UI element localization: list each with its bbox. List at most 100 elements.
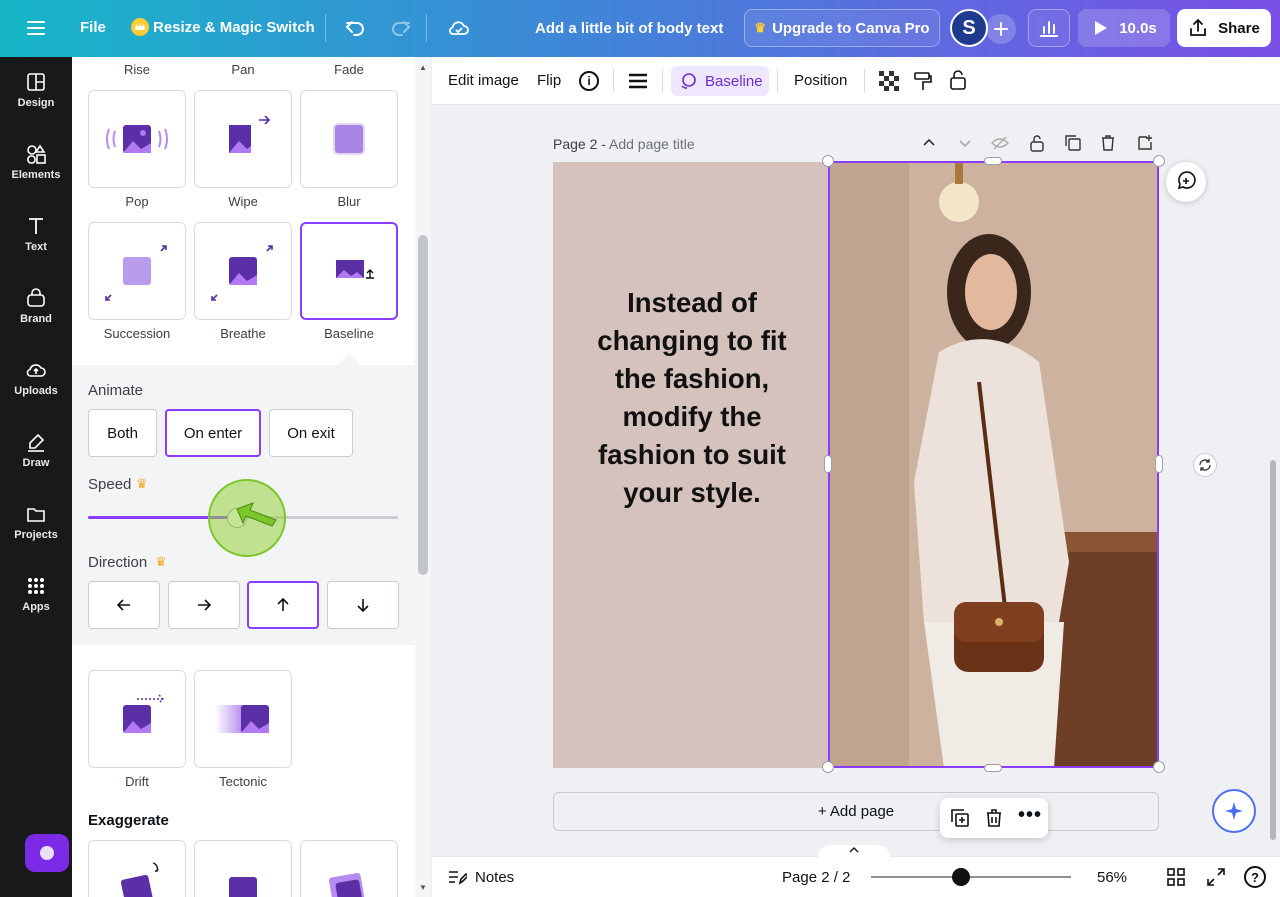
upgrade-button[interactable]: ♛ Upgrade to Canva Pro <box>744 9 940 47</box>
grid-view-icon[interactable] <box>1167 868 1185 891</box>
tile-label[interactable]: Pan <box>194 62 292 77</box>
animate-both-button[interactable]: Both <box>88 409 157 457</box>
canvas-scrollbar[interactable] <box>1270 460 1276 840</box>
notes-button[interactable]: Notes <box>447 868 514 886</box>
hide-icon[interactable] <box>991 135 1009 156</box>
direction-right-button[interactable] <box>168 581 240 629</box>
baseline-button[interactable]: Baseline <box>671 66 769 96</box>
resize-handle[interactable] <box>984 157 1002 165</box>
page-label: Page 2 - <box>553 136 606 152</box>
avatar[interactable]: S <box>950 9 988 47</box>
file-menu[interactable]: File <box>80 19 106 36</box>
paint-roller-icon[interactable] <box>913 71 933 96</box>
tile-label: Baseline <box>324 326 374 341</box>
slider-track <box>871 876 1071 878</box>
animate-on-exit-button[interactable]: On exit <box>269 409 353 457</box>
info-icon[interactable]: i <box>579 71 599 91</box>
collapse-handle[interactable] <box>818 845 890 857</box>
direction-left-button[interactable] <box>88 581 160 629</box>
duplicate-icon[interactable] <box>950 808 970 833</box>
rail-item-text[interactable]: Text <box>0 201 72 267</box>
resize-handle[interactable] <box>822 761 834 773</box>
animation-exaggerate-2[interactable] <box>194 840 292 897</box>
rail-item-draw[interactable]: Draw <box>0 417 72 483</box>
quote-text[interactable]: Instead of changing to fit the fashion, … <box>575 284 809 512</box>
animation-pop[interactable] <box>88 90 186 188</box>
flip-button[interactable]: Flip <box>537 72 561 89</box>
transparency-icon[interactable] <box>879 71 899 96</box>
edit-image-button[interactable]: Edit image <box>448 72 519 89</box>
zoom-slider[interactable] <box>871 867 1071 887</box>
add-page-icon[interactable] <box>1136 134 1154 157</box>
panel-scrollbar[interactable]: ▲ ▼ <box>415 57 431 897</box>
analytics-button[interactable] <box>1028 9 1070 47</box>
rail-item-uploads[interactable]: Uploads <box>0 345 72 411</box>
animation-panel: Rise Pan Fade Pop Wipe Blur Succession B… <box>72 57 415 897</box>
add-collaborator-icon[interactable] <box>986 14 1016 44</box>
scroll-down-icon[interactable]: ▼ <box>419 883 427 892</box>
resize-button[interactable]: Resize & Magic Switch <box>153 19 315 36</box>
tile-label: Succession <box>103 326 171 341</box>
design-page[interactable]: Instead of changing to fit the fashion, … <box>553 162 1159 768</box>
zoom-level[interactable]: 56% <box>1097 869 1127 886</box>
lock-icon[interactable] <box>1029 134 1045 157</box>
lock-icon[interactable] <box>948 69 968 96</box>
resize-handle[interactable] <box>1153 155 1165 167</box>
rail-item-brand[interactable]: Brand <box>0 273 72 339</box>
hamburger-icon[interactable] <box>26 18 46 38</box>
share-button[interactable]: Share <box>1177 9 1271 47</box>
animation-baseline[interactable] <box>300 222 398 320</box>
fashion-photo[interactable] <box>829 162 1159 768</box>
trash-icon[interactable] <box>985 808 1003 833</box>
present-button[interactable]: 10.0s <box>1078 9 1170 47</box>
cloud-sync-icon[interactable] <box>447 16 471 45</box>
rail-item-elements[interactable]: Elements <box>0 129 72 195</box>
chevron-down-icon[interactable] <box>957 135 973 156</box>
chevron-up-icon[interactable] <box>921 135 937 156</box>
tile-label[interactable]: Fade <box>300 62 398 77</box>
animation-wipe[interactable] <box>194 90 292 188</box>
animation-succession[interactable] <box>88 222 186 320</box>
resize-handle[interactable] <box>984 764 1002 772</box>
animation-tectonic[interactable] <box>194 670 292 768</box>
animate-icon <box>681 73 696 89</box>
undo-icon[interactable] <box>343 16 367 45</box>
page-indicator[interactable]: Page 2 / 2 <box>782 869 850 886</box>
animation-drift[interactable] <box>88 670 186 768</box>
resize-handle[interactable] <box>1153 761 1165 773</box>
duration-label: 10.0s <box>1119 19 1157 37</box>
help-icon[interactable]: ? <box>1244 866 1266 888</box>
line-weight-icon[interactable] <box>628 73 648 94</box>
animate-on-enter-button[interactable]: On enter <box>165 409 261 457</box>
direction-down-button[interactable] <box>327 581 399 629</box>
resize-handle[interactable] <box>822 155 834 167</box>
redo-icon[interactable] <box>389 16 413 45</box>
rail-item-design[interactable]: Design <box>0 57 72 123</box>
direction-up-button[interactable] <box>247 581 319 629</box>
magic-assistant-button[interactable] <box>25 834 69 872</box>
fullscreen-icon[interactable] <box>1207 868 1225 891</box>
animation-blur[interactable] <box>300 90 398 188</box>
divider <box>777 69 778 93</box>
animation-exaggerate-1[interactable] <box>88 840 186 897</box>
trash-icon[interactable] <box>1100 134 1116 157</box>
tile-label[interactable]: Rise <box>88 62 186 77</box>
animation-breathe[interactable] <box>194 222 292 320</box>
magic-button[interactable] <box>1212 789 1256 833</box>
resize-handle[interactable] <box>1155 455 1163 473</box>
page-title-input[interactable]: Add page title <box>609 136 695 152</box>
add-page-button[interactable]: + Add page <box>553 792 1159 831</box>
scroll-thumb[interactable] <box>418 235 428 575</box>
slider-knob[interactable] <box>952 868 970 886</box>
rail-item-apps[interactable]: Apps <box>0 561 72 627</box>
rail-item-projects[interactable]: Projects <box>0 489 72 555</box>
scroll-up-icon[interactable]: ▲ <box>419 63 427 72</box>
duplicate-icon[interactable] <box>1064 134 1082 157</box>
position-button[interactable]: Position <box>794 72 847 89</box>
document-title[interactable]: Add a little bit of body text <box>535 20 723 37</box>
animation-exaggerate-3[interactable] <box>300 840 398 897</box>
resize-handle[interactable] <box>824 455 832 473</box>
more-icon[interactable]: ••• <box>1018 805 1042 825</box>
rotate-button[interactable] <box>1193 453 1217 477</box>
add-comment-button[interactable] <box>1166 162 1206 202</box>
